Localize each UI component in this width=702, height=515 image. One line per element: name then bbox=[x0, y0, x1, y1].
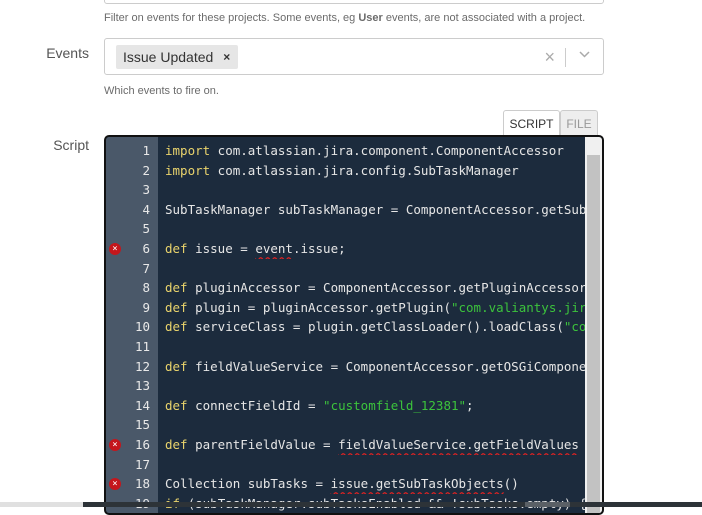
code-segment: plugin = pluginAccessor.getPlugin( bbox=[187, 299, 451, 315]
code-text: def fieldValueService = ComponentAccesso… bbox=[165, 357, 586, 377]
scrollbar-thumb[interactable] bbox=[587, 155, 600, 513]
events-help-text: Which events to fire on. bbox=[104, 85, 219, 97]
string-literal: "com bbox=[563, 319, 586, 335]
code-text: def connectFieldId = "customfield_12381"… bbox=[165, 396, 586, 416]
line-number: 9 bbox=[142, 299, 150, 315]
code-line: 2 import com.atlassian.jira.config.SubTas… bbox=[106, 161, 586, 181]
code-text: import com.atlassian.jira.config.SubTask… bbox=[165, 161, 586, 181]
code-line: 14 def connectFieldId = "customfield_1238… bbox=[106, 396, 586, 416]
keyword: def bbox=[165, 319, 188, 335]
vertical-scrollbar[interactable] bbox=[585, 137, 602, 513]
line-number: 7 bbox=[142, 260, 150, 276]
code-segment: Collection subTasks = bbox=[165, 476, 331, 492]
horizontal-scrollbar-thumb[interactable] bbox=[525, 502, 570, 507]
code-line: × 6 def issue = event.issue; bbox=[106, 239, 586, 259]
event-chip: Issue Updated × bbox=[116, 45, 239, 69]
line-number: 18 bbox=[134, 476, 150, 492]
code-segment: issue = bbox=[187, 241, 256, 256]
line-number: 17 bbox=[134, 456, 150, 472]
events-select[interactable]: Issue Updated × × bbox=[104, 38, 604, 75]
string-literal: "customfield_12381" bbox=[323, 397, 467, 413]
code-segment: serviceClass = plugin.getClassLoader().l… bbox=[187, 319, 564, 335]
line-number: 1 bbox=[142, 143, 150, 158]
code-segment: parentFieldValue = bbox=[187, 437, 339, 452]
code-line: 9 def plugin = pluginAccessor.getPlugin("… bbox=[106, 298, 586, 318]
code-line: 3 bbox=[106, 180, 586, 200]
line-number: 5 bbox=[142, 221, 150, 237]
line-number: 8 bbox=[142, 280, 150, 296]
code-line: 11 bbox=[106, 337, 586, 357]
line-number: 6 bbox=[142, 241, 150, 256]
line-number: 13 bbox=[134, 378, 150, 394]
string-literal: "com.valiantys.jira" bbox=[450, 299, 586, 315]
code-segment: com.atlassian.jira.component.ComponentAc… bbox=[210, 143, 564, 158]
error-token: event bbox=[255, 241, 293, 256]
code-segment: pluginAccessor = ComponentAccessor.getPl… bbox=[187, 280, 586, 296]
keyword: def bbox=[165, 280, 188, 296]
tab-script[interactable]: SCRIPT bbox=[503, 110, 560, 136]
code-line: 8 def pluginAccessor = ComponentAccessor.… bbox=[106, 278, 586, 298]
code-editor[interactable]: 1 import com.atlassian.jira.component.Com… bbox=[104, 135, 604, 515]
keyword: def bbox=[165, 437, 188, 452]
events-label: Events bbox=[46, 45, 89, 61]
error-token: fieldValueService.getFieldValues bbox=[338, 437, 579, 452]
line-number: 11 bbox=[134, 339, 150, 354]
code-text: def pluginAccessor = ComponentAccessor.g… bbox=[165, 278, 586, 298]
code-segment: com.atlassian.jira.config.SubTaskManager bbox=[210, 162, 519, 178]
line-number: 12 bbox=[134, 358, 150, 374]
line-number: 2 bbox=[142, 162, 150, 178]
code-segment: ; bbox=[466, 397, 474, 413]
projects-help-text: Filter on events for these projects. Som… bbox=[104, 12, 586, 24]
horizontal-scrollbar-track[interactable] bbox=[83, 502, 702, 507]
line-number: 14 bbox=[134, 397, 150, 413]
code-line: 5 bbox=[106, 219, 586, 239]
code-text: SubTaskManager subTaskManager = Componen… bbox=[165, 200, 586, 220]
code-segment: SubTaskManager subTaskManager = Componen… bbox=[165, 201, 586, 217]
script-label: Script bbox=[53, 137, 89, 153]
separator bbox=[565, 48, 566, 67]
line-number: 4 bbox=[142, 201, 150, 217]
error-token: issue.getSubTaskObjects bbox=[330, 476, 504, 492]
keyword: def bbox=[165, 299, 188, 315]
code-segment: .issue; bbox=[292, 241, 346, 256]
code-line: 15 bbox=[106, 415, 586, 435]
code-text: Collection subTasks = issue.getSubTaskOb… bbox=[165, 474, 586, 494]
code-line: 13 bbox=[106, 376, 586, 396]
keyword: def bbox=[165, 241, 188, 256]
code-text: def parentFieldValue = fieldValueService… bbox=[165, 435, 586, 455]
keyword: def bbox=[165, 397, 188, 413]
keyword: def bbox=[165, 358, 188, 374]
code-text: import com.atlassian.jira.component.Comp… bbox=[165, 141, 586, 161]
code-line: 7 bbox=[106, 259, 586, 279]
code-line: 1 import com.atlassian.jira.component.Com… bbox=[106, 141, 586, 161]
code-line: × 18 Collection subTasks = issue.getSubTas… bbox=[106, 474, 586, 494]
clear-icon[interactable]: × bbox=[544, 47, 555, 68]
code-segment: connectFieldId = bbox=[187, 397, 324, 413]
code-line: 12 def fieldValueService = ComponentAcces… bbox=[106, 357, 586, 377]
projects-select[interactable] bbox=[104, 0, 604, 4]
code-text: def plugin = pluginAccessor.getPlugin("c… bbox=[165, 298, 586, 318]
line-number: 15 bbox=[134, 417, 150, 433]
code-segment: () bbox=[503, 476, 519, 492]
chip-remove-icon[interactable]: × bbox=[223, 50, 230, 64]
code-segment: fieldValueService = ComponentAccessor.ge… bbox=[195, 358, 586, 374]
chevron-down-icon[interactable] bbox=[578, 48, 591, 64]
code-line: 17 bbox=[106, 455, 586, 475]
code-line: × 16 def parentFieldValue = fieldValueServ… bbox=[106, 435, 586, 455]
tab-file[interactable]: FILE bbox=[560, 110, 598, 136]
keyword: import bbox=[165, 162, 211, 178]
chip-label: Issue Updated bbox=[123, 49, 214, 65]
code-line: 4 SubTaskManager subTaskManager = Compone… bbox=[106, 200, 586, 220]
keyword: import bbox=[165, 143, 211, 158]
line-number: 10 bbox=[134, 319, 150, 335]
line-number: 16 bbox=[134, 437, 150, 452]
code-line: 10 def serviceClass = plugin.getClassLoad… bbox=[106, 317, 586, 337]
code-text: def serviceClass = plugin.getClassLoader… bbox=[165, 317, 586, 337]
code-text: def issue = event.issue; bbox=[165, 239, 586, 259]
line-number: 3 bbox=[142, 182, 150, 198]
